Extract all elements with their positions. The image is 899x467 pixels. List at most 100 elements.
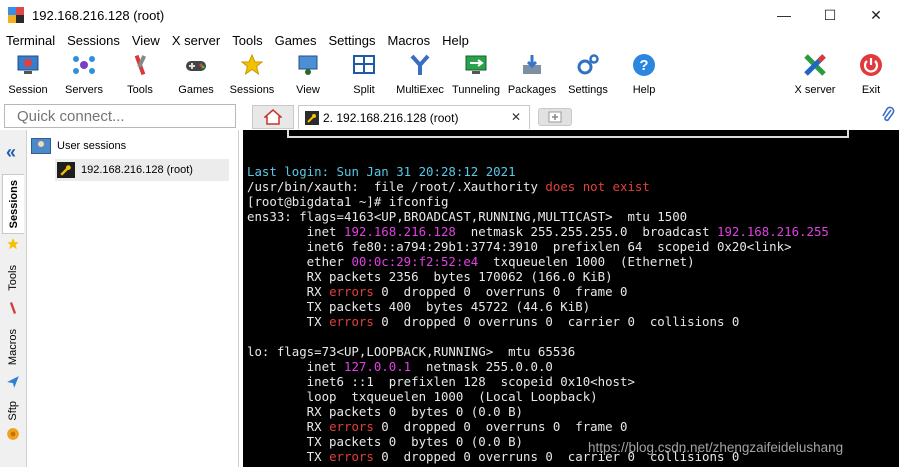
- terminal-line: /usr/bin/xauth: file /root/.Xauthority d…: [247, 179, 829, 194]
- terminal-line: RX errors 0 dropped 0 overruns 0 frame 0: [247, 284, 829, 299]
- collapse-sidebar-icon[interactable]: «: [6, 142, 16, 163]
- terminal-segment: netmask 255.0.0.0: [411, 359, 553, 374]
- mobaxterm-app-icon: [8, 7, 24, 23]
- window-controls: — ☐ ✕: [761, 0, 899, 30]
- session-item-label: 192.168.216.128 (root): [81, 164, 193, 176]
- toolbar-view-button[interactable]: View: [280, 50, 336, 100]
- terminal-line: [root@bigdata1 ~]# ifconfig: [247, 194, 829, 209]
- ssh-key-icon: [57, 162, 75, 178]
- toolbar-session-button[interactable]: Session: [0, 50, 56, 100]
- toolbar-tools-button[interactable]: Tools: [112, 50, 168, 100]
- terminal-segment: lo: flags=73<UP,LOOPBACK,RUNNING> mtu 65…: [247, 344, 576, 359]
- home-icon: [264, 109, 282, 125]
- terminal-line: inet 127.0.0.1 netmask 255.0.0.0: [247, 359, 829, 374]
- user-sessions-icon: [31, 138, 51, 154]
- help-icon: ?: [631, 52, 657, 78]
- side-tab-sftp[interactable]: Sftp: [2, 396, 24, 426]
- sessions-star-tab-icon[interactable]: [2, 234, 24, 254]
- tab-session-192-168-216-128[interactable]: 2. 192.168.216.128 (root) ✕: [298, 105, 530, 129]
- terminal-line: inet6 fe80::a794:29b1:3774:3910 prefixle…: [247, 239, 829, 254]
- terminal-output[interactable]: Last login: Sun Jan 31 20:28:12 2021/usr…: [243, 130, 899, 467]
- toolbar-xserver-button[interactable]: X server: [787, 50, 843, 96]
- menu-games[interactable]: Games: [269, 33, 323, 48]
- tools-tab-icon[interactable]: [2, 298, 24, 318]
- toolbar-sessions-button[interactable]: Sessions: [224, 50, 280, 100]
- sessions-star-icon: [239, 52, 265, 78]
- menu-view[interactable]: View: [126, 33, 166, 48]
- terminal-line: ether 00:0c:29:f2:52:e4 txqueuelen 1000 …: [247, 254, 829, 269]
- home-tab[interactable]: [252, 105, 294, 129]
- terminal-line: inet6 ::1 prefixlen 128 scopeid 0x10<hos…: [247, 374, 829, 389]
- toolbar-settings-button[interactable]: Settings: [560, 50, 616, 100]
- view-icon: [295, 52, 321, 78]
- terminal-segment: RX: [247, 284, 330, 299]
- terminal-segment: loop txqueuelen 1000 (Local Loopback): [247, 389, 598, 404]
- menu-settings[interactable]: Settings: [323, 33, 382, 48]
- window-title: 192.168.216.128 (root): [32, 7, 165, 23]
- terminal-segment: TX: [247, 314, 330, 329]
- side-tab-sessions[interactable]: Sessions: [2, 174, 24, 234]
- toolbar-packages-button[interactable]: Packages: [504, 50, 560, 100]
- xserver-icon: [802, 52, 828, 78]
- side-tab-macros[interactable]: Macros: [2, 322, 24, 372]
- terminal-line: loop txqueuelen 1000 (Local Loopback): [247, 389, 829, 404]
- toolbar-multiexec-button[interactable]: MultiExec: [392, 50, 448, 100]
- terminal-segment: txqueuelen 1000 (Ethernet): [478, 254, 695, 269]
- terminal-segment: 00:0c:29:f2:52:e4: [351, 254, 479, 269]
- terminal-segment: errors: [329, 284, 374, 299]
- menu-macros[interactable]: Macros: [381, 33, 436, 48]
- minimize-button[interactable]: —: [761, 0, 807, 30]
- terminal-segment: RX: [247, 419, 330, 434]
- terminal-line: Last login: Sun Jan 31 20:28:12 2021: [247, 164, 829, 179]
- toolbar-split-button[interactable]: Split: [336, 50, 392, 100]
- macros-tab-icon[interactable]: [2, 372, 24, 392]
- tab-close-icon[interactable]: ✕: [511, 110, 521, 124]
- terminal-segment: ether: [247, 254, 352, 269]
- terminal-line: inet 192.168.216.128 netmask 255.255.255…: [247, 224, 829, 239]
- session-item-192-168-216-128[interactable]: 192.168.216.128 (root): [55, 159, 229, 181]
- terminal-line: RX packets 0 bytes 0 (0.0 B): [247, 404, 829, 419]
- split-icon: [351, 52, 377, 78]
- menu-terminal[interactable]: Terminal: [0, 33, 61, 48]
- terminal-segment: [root@bigdata1 ~]# ifconfig: [247, 194, 449, 209]
- title-bar: 192.168.216.128 (root) — ☐ ✕: [0, 0, 899, 30]
- toolbar-servers-button[interactable]: Servers: [56, 50, 112, 100]
- quick-connect-input[interactable]: [4, 104, 236, 128]
- side-tab-strip: « Sessions Tools Macros Sftp: [0, 130, 27, 467]
- terminal-line: RX packets 2356 bytes 170062 (166.0 KiB): [247, 269, 829, 284]
- games-icon: [183, 52, 209, 78]
- sftp-tab-icon[interactable]: [2, 424, 24, 444]
- menu-xserver[interactable]: X server: [166, 33, 226, 48]
- terminal-lines: Last login: Sun Jan 31 20:28:12 2021/usr…: [247, 164, 829, 464]
- terminal-segment: netmask 255.255.255.0 broadcast: [455, 224, 717, 239]
- terminal-segment: errors: [329, 419, 374, 434]
- maximize-button[interactable]: ☐: [807, 0, 853, 30]
- menu-help[interactable]: Help: [436, 33, 475, 48]
- terminal-line: TX packets 400 bytes 45722 (44.6 KiB): [247, 299, 829, 314]
- attachment-icon[interactable]: [881, 106, 895, 129]
- user-sessions-label: User sessions: [57, 140, 127, 152]
- terminal-segment: RX packets 2356 bytes 170062 (166.0 KiB): [247, 269, 613, 284]
- toolbar-help-button[interactable]: ? Help: [616, 50, 672, 100]
- terminal-segment: 0 dropped 0 overruns 0 frame 0: [373, 419, 628, 434]
- user-sessions-folder[interactable]: User sessions: [31, 138, 126, 154]
- new-tab-button[interactable]: [538, 108, 572, 126]
- terminal-segment: does not exist: [545, 179, 650, 194]
- terminal-segment: inet: [247, 359, 344, 374]
- menu-sessions[interactable]: Sessions: [61, 33, 126, 48]
- close-button[interactable]: ✕: [853, 0, 899, 30]
- quick-connect-row: 2. 192.168.216.128 (root) ✕: [0, 102, 899, 130]
- side-tab-tools[interactable]: Tools: [2, 258, 24, 298]
- settings-icon: [575, 52, 601, 78]
- toolbar-games-button[interactable]: Games: [168, 50, 224, 100]
- terminal-segment: errors: [329, 314, 374, 329]
- terminal-segment: 127.0.0.1: [343, 359, 412, 374]
- session-icon: [15, 52, 41, 78]
- terminal-line: TX errors 0 dropped 0 overruns 0 carrier…: [247, 314, 829, 329]
- terminal-segment: inet6 fe80::a794:29b1:3774:3910 prefixle…: [247, 239, 792, 254]
- toolbar-exit-button[interactable]: Exit: [843, 50, 899, 96]
- terminal-banner-frame: [287, 130, 849, 138]
- toolbar-tunneling-button[interactable]: Tunneling: [448, 50, 504, 100]
- menu-tools[interactable]: Tools: [226, 33, 268, 48]
